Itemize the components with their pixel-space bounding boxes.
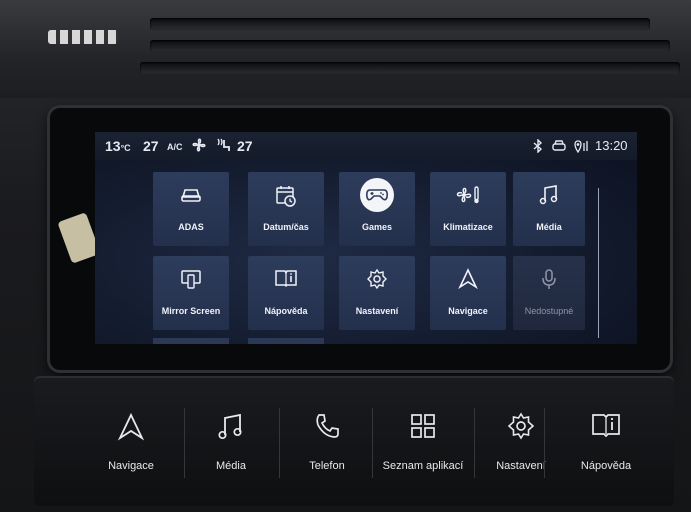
calendar-clock-icon xyxy=(248,184,324,207)
gear-icon xyxy=(339,268,415,290)
scrollbar[interactable] xyxy=(598,188,599,338)
shortcut-label: Seznam aplikací xyxy=(382,460,464,472)
app-label: Mirror Screen xyxy=(161,306,221,316)
passenger-temperature[interactable]: 27 xyxy=(237,138,253,154)
air-vent-slat xyxy=(140,62,680,74)
app-label: ADAS xyxy=(178,222,204,232)
shortcut-label: Navigace xyxy=(108,460,154,472)
fan-thermometer-icon xyxy=(430,184,506,206)
shortcut-bar: Navigace Média Telefon Seznam aplikací N… xyxy=(34,378,674,506)
clock: 13:20 xyxy=(595,138,628,153)
navigation-arrow-icon xyxy=(86,412,176,442)
mirror-screen-icon xyxy=(153,268,229,290)
divider xyxy=(474,408,475,478)
outside-temperature: 13°C xyxy=(105,138,131,154)
air-vent-slat xyxy=(150,40,670,52)
dashboard-photo: 13°C 27 A/C 27 13:20 ADAS Datum/čas Game… xyxy=(0,0,691,512)
app-tile-napoveda[interactable]: Nápověda xyxy=(248,256,324,330)
app-label: Datum/čas xyxy=(263,222,309,232)
app-tile-adas[interactable]: ADAS xyxy=(153,172,229,246)
music-note-icon xyxy=(186,412,276,442)
shortcut-label: Média xyxy=(216,460,246,472)
shortcut-navigace[interactable]: Navigace xyxy=(86,400,176,490)
app-tile-nastaveni[interactable]: Nastavení xyxy=(339,256,415,330)
location-icon xyxy=(573,139,589,153)
status-bar: 13°C 27 A/C 27 13:20 xyxy=(95,132,637,160)
connected-car-icon xyxy=(551,139,567,153)
book-info-icon xyxy=(561,412,651,438)
shortcut-seznam-aplikaci[interactable]: Seznam aplikací xyxy=(373,400,473,490)
air-vent-area xyxy=(0,0,691,98)
divider xyxy=(184,408,185,478)
car-icon xyxy=(153,184,229,206)
shortcut-napoveda[interactable]: Nápověda xyxy=(561,400,651,490)
phone-icon xyxy=(282,412,372,440)
divider xyxy=(544,408,545,478)
app-label: Klimatizace xyxy=(443,222,493,232)
app-tile-datum-cas[interactable]: Datum/čas xyxy=(248,172,324,246)
app-tile-media[interactable]: Média xyxy=(513,172,585,246)
shortcut-nastaveni[interactable]: Nastavení xyxy=(476,400,566,490)
ambient-light-strip xyxy=(48,30,118,44)
shortcut-telefon[interactable]: Telefon xyxy=(282,400,372,490)
gear-icon xyxy=(476,412,566,440)
microphone-icon xyxy=(513,268,585,290)
app-tile-partial[interactable] xyxy=(153,338,229,344)
infotainment-screen: 13°C 27 A/C 27 13:20 ADAS Datum/čas Game… xyxy=(95,132,637,344)
divider xyxy=(279,408,280,478)
app-label: Navigace xyxy=(448,306,488,316)
seat-heating-icon[interactable] xyxy=(215,137,231,153)
app-label: Nedostupné xyxy=(524,306,574,316)
app-tile-games[interactable]: Games xyxy=(339,172,415,246)
app-tile-navigace[interactable]: Navigace xyxy=(430,256,506,330)
navigation-arrow-icon xyxy=(430,268,506,290)
bluetooth-icon xyxy=(533,139,543,153)
app-tile-klimatizace[interactable]: Klimatizace xyxy=(430,172,506,246)
book-info-icon xyxy=(248,268,324,290)
app-label: Nápověda xyxy=(264,306,308,316)
app-label: Nastavení xyxy=(355,306,399,316)
music-note-icon xyxy=(513,184,585,206)
app-grid-icon xyxy=(373,412,473,440)
fan-icon[interactable] xyxy=(191,137,207,153)
app-label: Games xyxy=(361,222,393,232)
air-vent-slat xyxy=(150,18,650,30)
shortcut-media[interactable]: Média xyxy=(186,400,276,490)
app-tile-mirror-screen[interactable]: Mirror Screen xyxy=(153,256,229,330)
gamepad-icon xyxy=(339,178,415,212)
shortcut-label: Nastavení xyxy=(496,460,546,472)
app-tile-nedostupne: Nedostupné xyxy=(513,256,585,330)
app-tile-partial[interactable] xyxy=(248,338,324,344)
ac-label[interactable]: A/C xyxy=(167,142,183,152)
driver-temperature[interactable]: 27 xyxy=(143,138,159,154)
app-label: Média xyxy=(536,222,562,232)
shortcut-label: Telefon xyxy=(309,460,345,472)
shortcut-label: Nápověda xyxy=(580,460,632,472)
